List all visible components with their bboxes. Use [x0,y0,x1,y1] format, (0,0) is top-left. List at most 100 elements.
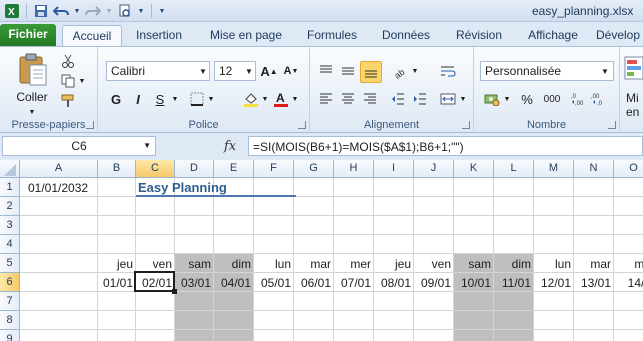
chevron-down-icon[interactable]: ▼ [206,89,216,109]
day-name-cell[interactable]: jeu [374,254,411,271]
row-header-1[interactable]: 1 [0,178,20,197]
increase-indent-icon[interactable] [410,89,430,109]
chevron-down-icon[interactable]: ▼ [105,3,113,19]
font-color-icon[interactable]: A [272,89,290,109]
chevron-down-icon[interactable]: ▼ [600,63,610,79]
column-header-f[interactable]: F [254,160,294,178]
date-cell[interactable]: 07/01 [334,273,371,290]
worksheet-grid[interactable]: A B C D E F G H I J K L M N O 1 2 3 4 5 6 7 8 9 01/01/2032 Easy P… [0,160,643,341]
day-name-cell[interactable]: lun [254,254,291,271]
row-header-2[interactable]: 2 [0,197,20,216]
column-header-e[interactable]: E [214,160,254,178]
merge-center-icon[interactable] [438,89,458,109]
paste-button[interactable]: Coller [10,89,54,105]
borders-icon[interactable] [188,89,206,109]
chevron-down-icon[interactable]: ▼ [458,89,468,109]
row-header-7[interactable]: 7 [0,292,20,311]
decrease-decimal-icon[interactable]: ,00,0 [590,89,608,109]
percent-style-button[interactable]: % [518,89,536,109]
column-header-h[interactable]: H [334,160,374,178]
chevron-down-icon[interactable]: ▼ [137,3,145,19]
column-header-n[interactable]: N [574,160,614,178]
select-all-corner[interactable] [0,160,20,178]
tab-review[interactable]: Révision [448,25,510,46]
day-name-cell[interactable]: mer [334,254,371,271]
column-header-l[interactable]: L [494,160,534,178]
chevron-down-icon[interactable]: ▼ [244,63,254,79]
row-header-4[interactable]: 4 [0,235,20,254]
column-header-i[interactable]: I [374,160,414,178]
row-header-6[interactable]: 6 [0,273,20,292]
date-cell[interactable]: 10/01 [454,273,491,290]
dialog-launcher-icon[interactable] [608,121,616,129]
day-name-cell[interactable]: dim [494,254,531,271]
chevron-down-icon[interactable]: ▼ [143,141,151,150]
row-header-5[interactable]: 5 [0,254,20,273]
fill-handle[interactable] [172,289,177,294]
chevron-down-icon[interactable]: ▼ [502,89,512,109]
align-bottom-icon[interactable] [360,61,382,83]
cell-a1[interactable]: 01/01/2032 [28,178,88,195]
column-header-m[interactable]: M [534,160,574,178]
date-cell[interactable]: 14/0 [614,273,643,290]
column-header-a[interactable]: A [20,160,98,178]
day-name-cell[interactable]: ven [136,254,172,271]
row-header-9[interactable]: 9 [0,330,20,341]
day-name-cell[interactable]: mar [294,254,331,271]
day-name-cell[interactable]: jeu [98,254,133,271]
cut-icon[interactable] [60,53,76,69]
date-cell[interactable]: 12/01 [534,273,571,290]
day-name-cell[interactable]: lun [534,254,571,271]
date-cell[interactable]: 01/01 [98,273,133,290]
chevron-down-icon[interactable]: ▼ [260,89,270,109]
grow-font-icon[interactable]: A ▲ [260,61,278,81]
align-left-icon[interactable] [316,89,336,109]
column-header-c[interactable]: C [136,160,175,178]
underline-button[interactable]: S [150,89,170,109]
date-cell[interactable]: 08/01 [374,273,411,290]
tab-file[interactable]: Fichier [0,24,56,46]
align-center-icon[interactable] [338,89,358,109]
chevron-down-icon[interactable]: ▼ [410,61,420,81]
accounting-format-icon[interactable] [482,89,502,109]
planning-title[interactable]: Easy Planning [138,177,227,195]
tab-data[interactable]: Données [374,25,438,46]
print-preview-icon[interactable] [117,3,133,19]
align-right-icon[interactable] [360,89,380,109]
shrink-font-icon[interactable]: A ▼ [282,61,300,81]
save-icon[interactable] [33,3,49,19]
column-header-o[interactable]: O [614,160,643,178]
tab-developer[interactable]: Dévelop [596,25,643,46]
column-header-j[interactable]: J [414,160,454,178]
chevron-down-icon[interactable]: ▼ [78,73,86,89]
bold-button[interactable]: G [106,89,126,109]
chevron-down-icon[interactable]: ▼ [24,107,40,117]
redo-icon[interactable] [85,3,101,19]
copy-icon[interactable] [60,73,76,89]
name-box[interactable]: C6 ▼ [2,136,156,156]
tab-view[interactable]: Affichage [518,25,588,46]
chevron-down-icon[interactable]: ▼ [170,89,180,109]
dialog-launcher-icon[interactable] [298,121,306,129]
wrap-text-icon[interactable] [438,61,458,81]
increase-decimal-icon[interactable]: ,0,00 [570,89,588,109]
excel-icon[interactable]: X [4,3,20,19]
day-name-cell[interactable]: mar [574,254,611,271]
tab-formulas[interactable]: Formules [300,25,364,46]
date-cell[interactable]: 03/01 [175,273,211,290]
align-top-icon[interactable] [316,61,336,81]
chevron-down-icon[interactable]: ▼ [73,3,81,19]
selected-cell[interactable] [134,271,175,292]
fill-color-icon[interactable] [242,89,260,109]
orientation-icon[interactable]: ab [390,61,410,81]
styles-button-label[interactable]: Mi [626,91,643,105]
row-header-8[interactable]: 8 [0,311,20,330]
number-format-select[interactable]: Personnalisée [480,61,614,81]
conditional-formatting-icon[interactable] [624,55,643,84]
italic-button[interactable]: I [128,89,148,109]
dialog-launcher-icon[interactable] [86,121,94,129]
decrease-indent-icon[interactable] [388,89,408,109]
insert-function-icon[interactable]: fx [224,139,236,154]
day-name-cell[interactable]: dim [214,254,251,271]
chevron-down-icon[interactable]: ▼ [198,63,208,79]
